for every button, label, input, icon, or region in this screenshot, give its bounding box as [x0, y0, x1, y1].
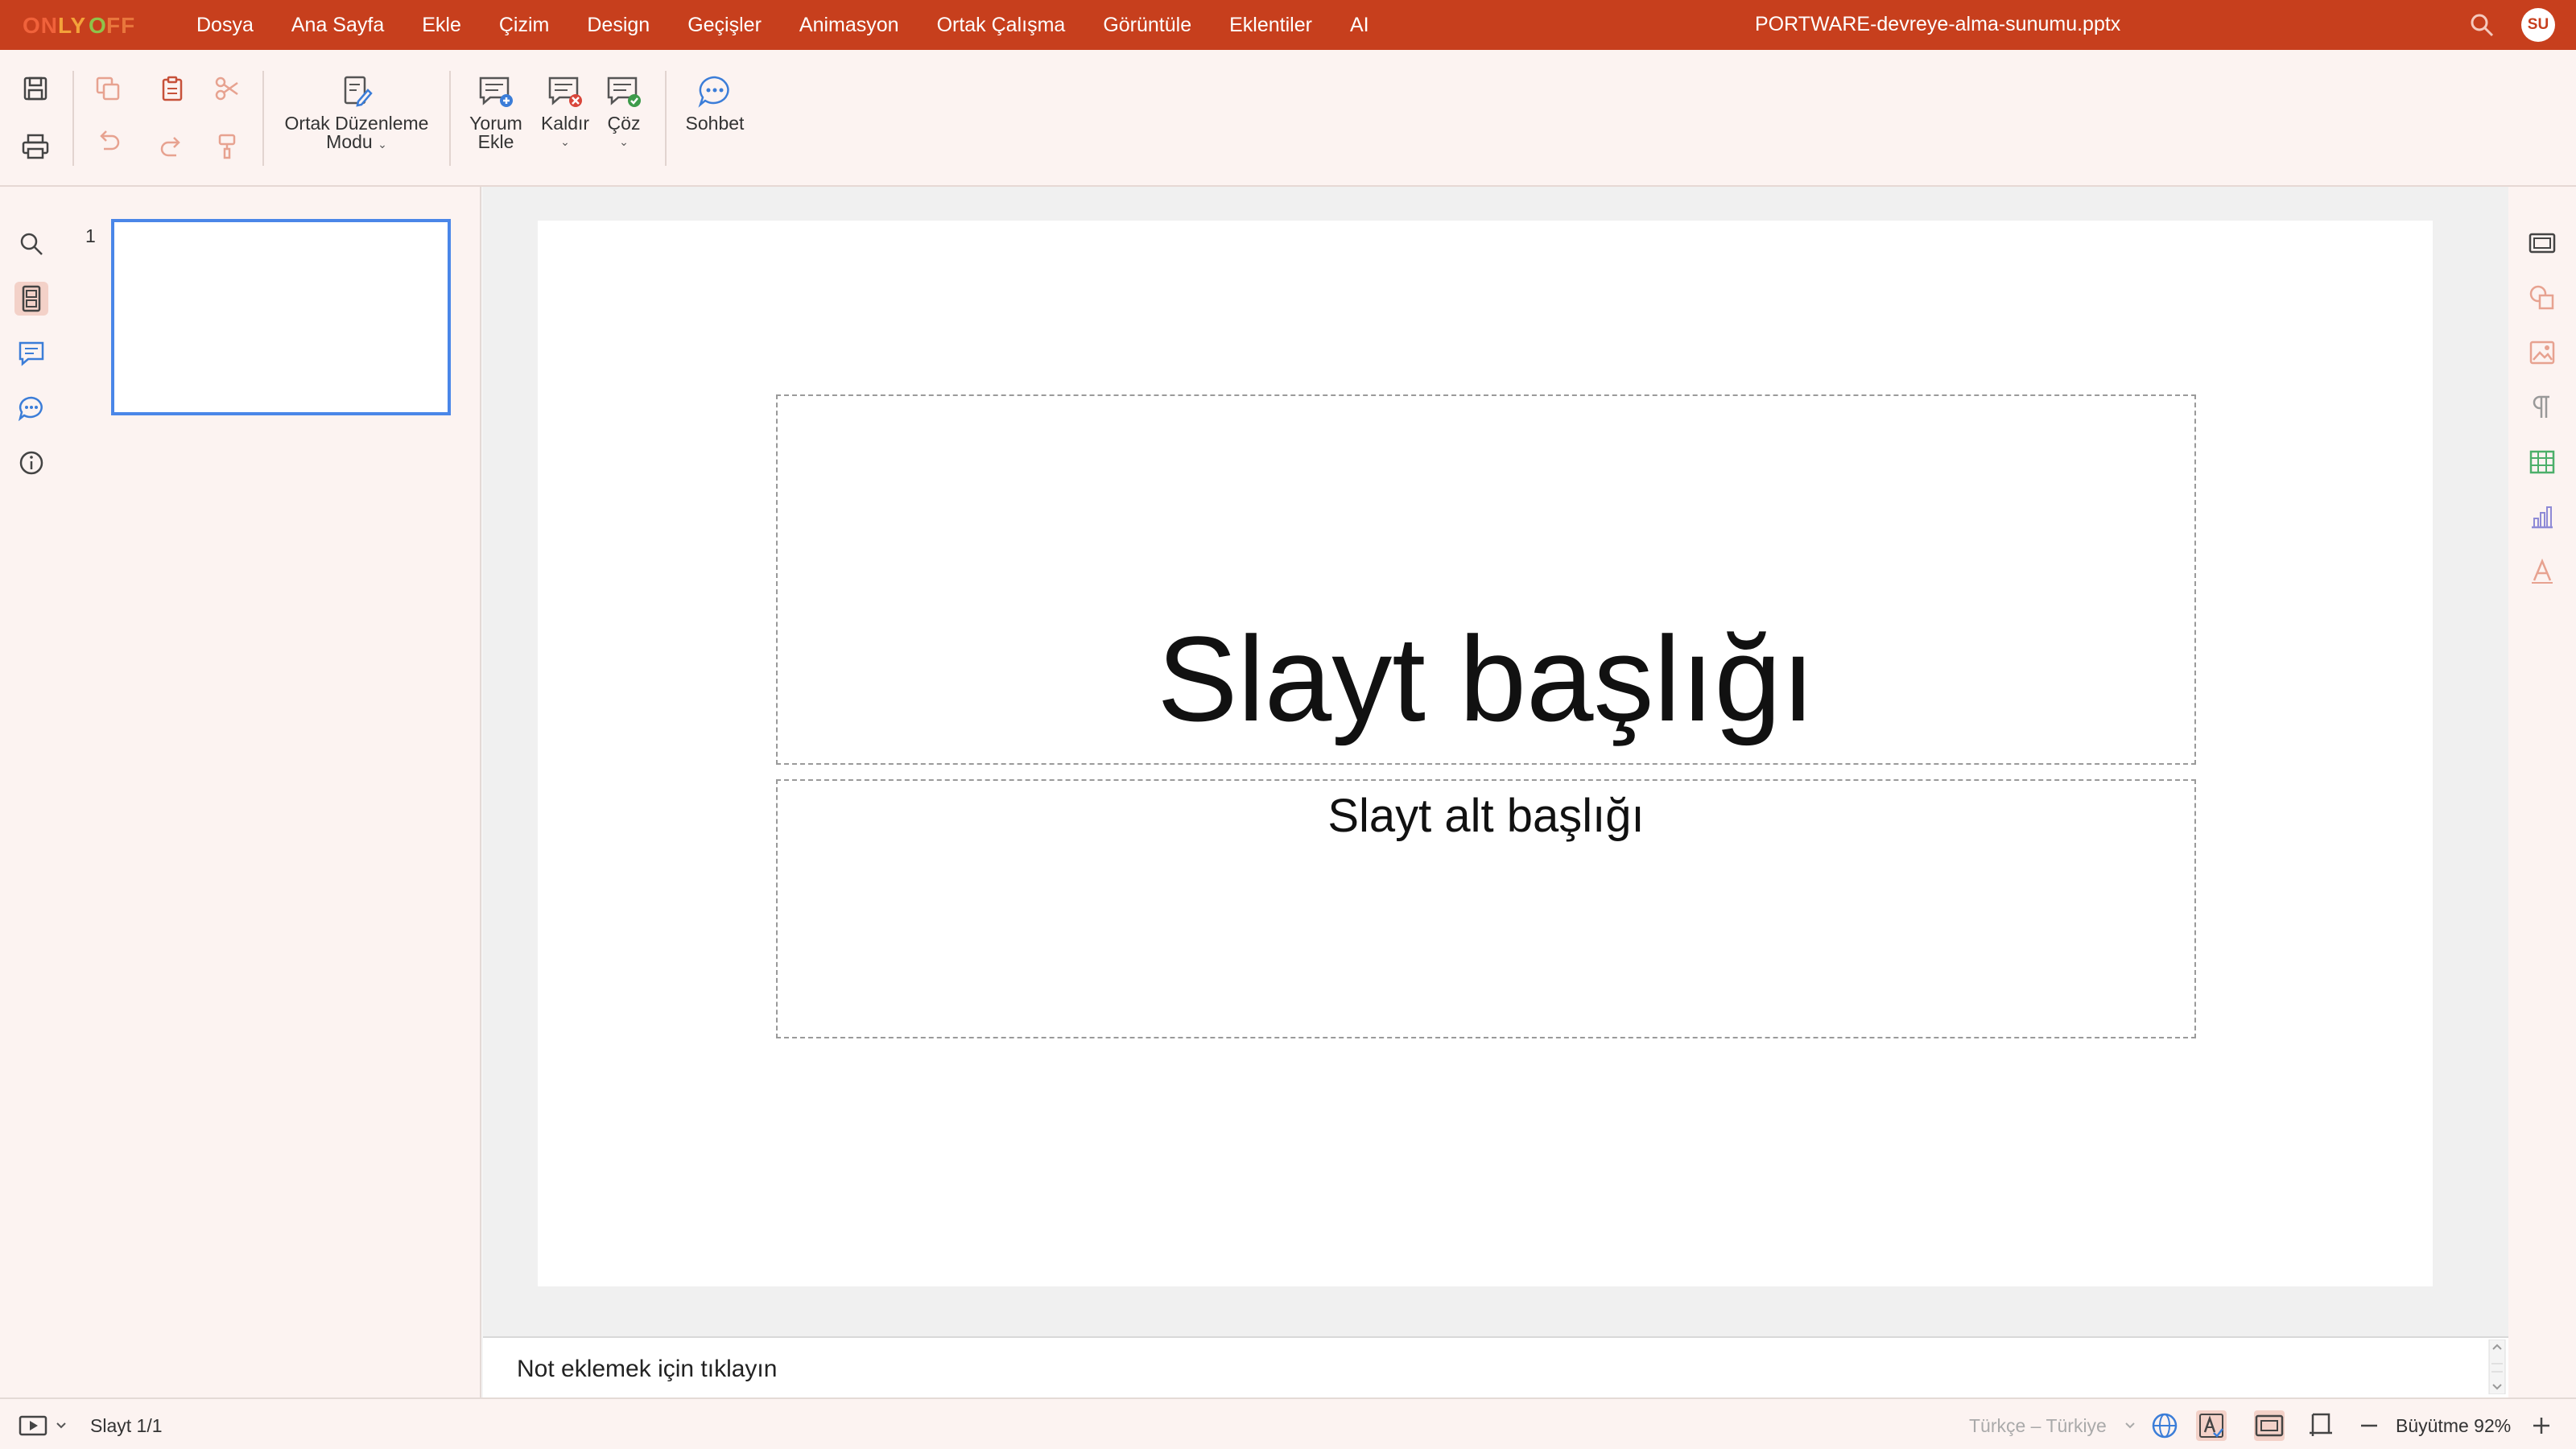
main-menu: Dosya Ana Sayfa Ekle Çizim Design Geçişl… — [196, 0, 1407, 50]
slide-thumbnail-number: 1 — [85, 225, 96, 246]
slide-title: Slayt başlığı — [1157, 611, 1815, 746]
chat-label: Sohbet — [685, 113, 745, 134]
status-bar: Slayt 1/1 Türkçe – Türkiye Büyütme 92% — [0, 1397, 2576, 1449]
slide-subtitle: Slayt alt başlığı — [1327, 790, 1645, 842]
presentation-editor: ON LY O FF Dosya Ana Sayfa Ekle Çizim De… — [0, 0, 2576, 1449]
copy-icon[interactable] — [92, 72, 124, 105]
remove-comment-button[interactable]: Kaldır ⌄ — [535, 74, 596, 151]
zoom-out-icon[interactable] — [2354, 1410, 2384, 1441]
resolve-comment-button[interactable]: Çöz ⌄ — [597, 74, 650, 151]
user-avatar[interactable]: SU — [2521, 8, 2555, 42]
comments-icon[interactable] — [14, 336, 48, 370]
toolbar-separator — [665, 71, 667, 166]
cut-icon[interactable] — [211, 72, 243, 105]
onlyoffice-logo: ON LY O FF — [23, 11, 143, 39]
format-painter-icon[interactable] — [211, 130, 243, 163]
remove-comment-icon — [548, 76, 582, 107]
resolve-comment-label: Çöz — [607, 113, 641, 134]
slide-thumbnail[interactable] — [111, 219, 451, 415]
zoom-level: Büyütme 92% — [2396, 1415, 2512, 1436]
co-editing-label-1: Ortak Düzenleme — [284, 113, 429, 134]
chevron-down-icon: ⌄ — [378, 138, 387, 151]
add-comment-button[interactable]: Yorum Ekle — [464, 74, 528, 151]
chevron-down-icon[interactable] — [53, 1410, 69, 1441]
toolbar-separator — [72, 71, 74, 166]
chart-settings-icon[interactable] — [2526, 501, 2558, 533]
menu-insert[interactable]: Ekle — [422, 14, 461, 37]
right-sidebar — [2508, 187, 2576, 1397]
svg-text:LY: LY — [58, 13, 86, 38]
search-icon[interactable] — [14, 227, 48, 261]
co-editing-label-2: Modu — [326, 131, 373, 152]
start-slideshow-icon[interactable] — [18, 1410, 48, 1441]
shape-settings-icon[interactable] — [2526, 282, 2558, 314]
notes-scrollbar[interactable] — [2487, 1339, 2507, 1395]
add-comment-icon — [479, 76, 513, 107]
menu-transitions[interactable]: Geçişler — [687, 14, 762, 37]
resolve-comment-icon — [607, 76, 641, 107]
toolbar: Ortak Düzenleme Modu ⌄ Yorum Ekle Kaldır… — [0, 50, 2576, 187]
toolbar-separator — [262, 71, 264, 166]
remove-comment-label: Kaldır — [540, 113, 590, 134]
globe-icon[interactable] — [2149, 1410, 2180, 1441]
chevron-down-icon[interactable] — [2122, 1410, 2138, 1441]
slides-panel-icon[interactable] — [14, 282, 48, 316]
menu-home[interactable]: Ana Sayfa — [291, 14, 384, 37]
svg-text:FF: FF — [106, 13, 135, 38]
paragraph-settings-icon[interactable] — [2526, 391, 2558, 423]
menu-ai[interactable]: AI — [1350, 14, 1369, 37]
save-icon[interactable] — [19, 72, 52, 105]
text-art-settings-icon[interactable] — [2526, 555, 2558, 588]
add-comment-label-1: Yorum — [469, 113, 522, 134]
svg-text:ON: ON — [23, 13, 58, 38]
chevron-down-icon: ⌄ — [619, 135, 629, 148]
title-placeholder[interactable]: Slayt başlığı — [776, 394, 2196, 765]
menu-plugins[interactable]: Eklentiler — [1229, 14, 1312, 37]
slide-counter: Slayt 1/1 — [90, 1415, 163, 1436]
undo-button[interactable] — [92, 124, 124, 156]
menu-design[interactable]: Design — [587, 14, 650, 37]
info-icon[interactable] — [14, 446, 48, 480]
zoom-in-icon[interactable] — [2526, 1410, 2557, 1441]
fit-to-slide-icon[interactable] — [2254, 1410, 2285, 1441]
co-editing-mode-button[interactable]: Ortak Düzenleme Modu ⌄ — [280, 74, 433, 154]
menu-file[interactable]: Dosya — [196, 14, 254, 37]
search-icon[interactable] — [2468, 11, 2496, 39]
svg-text:O: O — [89, 13, 107, 38]
fit-to-width-icon[interactable] — [2306, 1410, 2336, 1441]
image-settings-icon[interactable] — [2526, 336, 2558, 369]
chevron-down-icon: ⌄ — [560, 135, 570, 148]
document-title: PORTWARE-devreye-alma-sunumu.pptx — [1755, 13, 2121, 35]
notes-placeholder: Not eklemek için tıklayın — [517, 1356, 778, 1382]
menu-collaboration[interactable]: Ortak Çalışma — [937, 14, 1066, 37]
menu-view[interactable]: Görüntüle — [1103, 14, 1191, 37]
paste-icon[interactable] — [156, 72, 188, 105]
print-icon[interactable] — [19, 130, 52, 163]
chat-icon[interactable] — [14, 391, 48, 425]
chat-icon — [698, 76, 729, 108]
redo-icon[interactable] — [156, 130, 188, 163]
title-bar: ON LY O FF Dosya Ana Sayfa Ekle Çizim De… — [0, 0, 2576, 50]
co-editing-icon — [344, 76, 373, 107]
spell-check-icon[interactable] — [2196, 1410, 2227, 1441]
left-sidebar — [0, 187, 63, 1397]
language-selector[interactable]: Türkçe – Türkiye — [1969, 1415, 2107, 1437]
menu-draw[interactable]: Çizim — [499, 14, 550, 37]
toolbar-separator — [449, 71, 451, 166]
subtitle-placeholder[interactable]: Slayt alt başlığı — [776, 779, 2196, 1038]
notes-area[interactable]: Not eklemek için tıklayın — [483, 1336, 2508, 1397]
table-settings-icon[interactable] — [2526, 446, 2558, 478]
menu-animation[interactable]: Animasyon — [799, 14, 899, 37]
slide-settings-icon[interactable] — [2526, 227, 2558, 259]
add-comment-label-2: Ekle — [477, 131, 514, 152]
chat-button[interactable]: Sohbet — [676, 74, 753, 133]
